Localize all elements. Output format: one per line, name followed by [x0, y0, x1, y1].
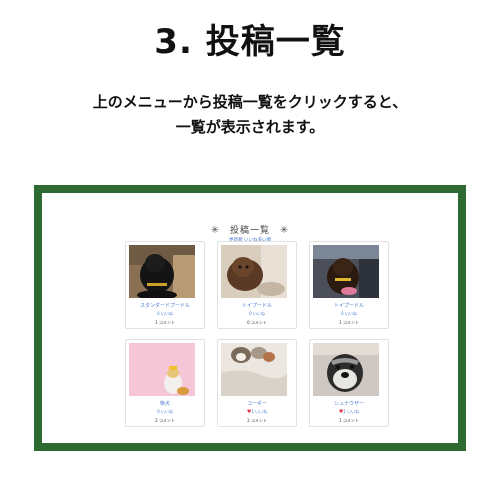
black-poodle-photo[interactable] — [129, 245, 195, 298]
schnauzer-photo[interactable] — [313, 343, 379, 396]
heading-star-icon: ✳ — [279, 225, 290, 236]
post-breed-link[interactable]: シュナウザー — [310, 400, 388, 407]
post-comments: 1 コメント — [339, 320, 359, 325]
description-line-2: 一覧が表示されます。 — [175, 118, 325, 136]
heading-star-icon: ✳ — [210, 225, 221, 236]
step-title: 3. 投稿一覧 — [154, 22, 346, 62]
post-comments: 0 コメント — [247, 320, 267, 325]
post-comments: 1 コメント — [339, 418, 359, 423]
post-likes[interactable]: ♥1 いいね — [310, 409, 388, 415]
post-likes-label: 1 いいね — [251, 409, 268, 414]
post-likes-label: 0 いいね — [157, 311, 173, 316]
post-comments: 2 コメント — [247, 418, 267, 423]
page-heading-label: 投稿一覧 — [229, 226, 270, 236]
post-breed-link[interactable]: トイプードル — [310, 302, 388, 309]
screenshot-frame: ✳ 投稿一覧 ✳ 更新順 いいね多い順 — [34, 185, 466, 451]
post-breed-link[interactable]: トイプードル — [218, 302, 296, 309]
post-likes-label: 0 いいね — [249, 311, 265, 316]
corgi-puppy-photo[interactable] — [221, 343, 287, 396]
shiba-pink-photo[interactable] — [129, 343, 195, 396]
post-likes-label: 0 いいね — [341, 311, 357, 316]
post-list-screen: ✳ 投稿一覧 ✳ 更新順 いいね多い順 — [42, 193, 458, 443]
black-poodle-image — [129, 245, 195, 298]
post-breed-link[interactable]: スタンダードプードル — [126, 302, 204, 309]
post-likes[interactable]: 0 いいね — [126, 311, 204, 317]
post-card[interactable]: トイプードル 0 いいね 1 コメント — [309, 241, 389, 329]
post-card[interactable]: トイプードル 0 いいね 0 コメント — [217, 241, 297, 329]
post-comments: 1 コメント — [155, 320, 175, 325]
page-heading: ✳ 投稿一覧 ✳ — [42, 223, 458, 236]
description-line-1: 上のメニューから投稿一覧をクリックすると、 — [92, 93, 408, 111]
toy-poodle-car-image — [313, 245, 379, 298]
post-likes-label: 0 いいね — [157, 409, 173, 414]
post-card[interactable]: シュナウザー ♥1 いいね 1 コメント — [309, 339, 389, 427]
post-comments: 2 コメント — [155, 418, 175, 423]
step-description: 上のメニューから投稿一覧をクリックすると、 一覧が表示されます。 — [0, 90, 500, 140]
post-card[interactable]: 柴犬 0 いいね 2 コメント — [125, 339, 205, 427]
post-likes[interactable]: ♥1 いいね — [218, 409, 296, 415]
schnauzer-image — [313, 343, 379, 396]
post-likes[interactable]: 0 いいね — [218, 311, 296, 317]
post-card[interactable]: コーギー ♥1 いいね 2 コメント — [217, 339, 297, 427]
post-likes[interactable]: 0 いいね — [126, 409, 204, 415]
post-likes-label: 1 いいね — [343, 409, 360, 414]
post-grid: スタンダードプードル 0 いいね 1 コメント トイプードル 0 いいね 0 コ… — [125, 241, 389, 427]
toy-poodle-car-photo[interactable] — [313, 245, 379, 298]
post-breed-link[interactable]: コーギー — [218, 400, 296, 407]
corgi-puppy-image — [221, 343, 287, 396]
post-likes[interactable]: 0 いいね — [310, 311, 388, 317]
shiba-pink-image — [129, 343, 195, 396]
brown-toy-poodle-photo[interactable] — [221, 245, 287, 298]
brown-toy-poodle-image — [221, 245, 287, 298]
post-card[interactable]: スタンダードプードル 0 いいね 1 コメント — [125, 241, 205, 329]
post-breed-link[interactable]: 柴犬 — [126, 400, 204, 407]
